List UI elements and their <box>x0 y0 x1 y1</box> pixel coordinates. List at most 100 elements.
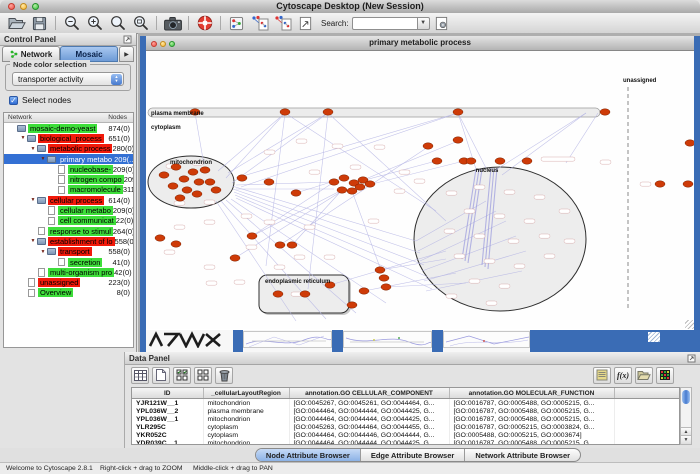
deselect-attributes-icon[interactable] <box>194 367 212 384</box>
search-label: Search: <box>321 19 349 28</box>
new-attribute-icon[interactable] <box>152 367 170 384</box>
frame-border[interactable] <box>332 330 343 352</box>
tree-item[interactable]: ▼biological_process651(0) <box>4 133 133 143</box>
table-cell: [GO:0016787, GO:0005215, GO:0003824, G..… <box>449 423 614 431</box>
tree-expander-icon[interactable]: ▼ <box>29 146 37 152</box>
resize-grip[interactable] <box>685 320 694 329</box>
table-row[interactable]: YPL036W__2plasma membrane[GO:0044464, GO… <box>132 407 680 415</box>
file-icon <box>28 278 35 287</box>
tree-item[interactable]: ▼establishment of lo558(0) <box>4 236 133 246</box>
delete-attribute-trash-icon[interactable] <box>215 367 233 384</box>
col-id[interactable]: ID <box>132 388 203 399</box>
load-attributes-icon[interactable] <box>635 367 653 384</box>
tree-item[interactable]: ▼cellular process614(0) <box>4 195 133 205</box>
attribute-table-icon[interactable] <box>131 367 149 384</box>
tree-item[interactable]: nitrogen compo209(0) <box>4 174 133 184</box>
frame-minimize-button[interactable] <box>160 41 166 47</box>
color-matrix-icon[interactable] <box>656 367 674 384</box>
scroll-down-arrow[interactable]: ▼ <box>681 435 691 444</box>
import-attributes-icon[interactable] <box>593 367 611 384</box>
frame-close-button[interactable] <box>151 41 157 47</box>
snapshot-camera-icon[interactable] <box>162 14 183 32</box>
tree-item[interactable]: ▼metabolic process280(0) <box>4 144 133 154</box>
attribute-table-header[interactable]: ID _cellularLayoutRegion annotation.GO C… <box>132 388 680 399</box>
dropdown-value: transporter activity <box>13 75 111 84</box>
tree-item[interactable]: unassigned223(0) <box>4 277 133 287</box>
search-input[interactable] <box>352 17 418 30</box>
annotation-page-icon[interactable] <box>295 14 316 32</box>
search-dropdown-arrow[interactable]: ▼ <box>418 17 430 30</box>
tab-network-attribute-browser[interactable]: Network Attribute Browser <box>465 449 580 461</box>
zoom-out-icon[interactable] <box>61 14 82 32</box>
tree-item[interactable]: macromolecule311(0) <box>4 185 133 195</box>
tree-item-count: 42(0) <box>114 268 134 277</box>
tree-item-count: 209(0) <box>124 175 134 184</box>
zoom-fit-icon[interactable] <box>107 14 128 32</box>
tree-expander-icon[interactable]: ▼ <box>39 156 47 162</box>
tree-item[interactable]: mosaic-demo-yeast874(0) <box>4 123 133 133</box>
select-attributes-icon[interactable] <box>173 367 191 384</box>
tree-expander-icon[interactable]: ▼ <box>19 135 27 141</box>
table-row[interactable]: YPL036W__1mitochondrion[GO:0044464, GO:0… <box>132 415 680 423</box>
background-window-thumbnail[interactable] <box>343 331 432 348</box>
float-panel-icon[interactable] <box>687 354 696 363</box>
table-scrollbar[interactable]: ▲ ▼ <box>680 387 692 445</box>
tree-item[interactable]: multi-organism pro42(0) <box>4 267 133 277</box>
table-cell: [GO:0045263, GO:0044464, GO:0044455, G..… <box>289 423 449 431</box>
layout-transform-a-icon[interactable] <box>249 14 270 32</box>
titlebar[interactable]: Cytoscape Desktop (New Session) <box>0 0 700 14</box>
table-row[interactable]: YKR052Ccytoplasm[GO:0044464, GO:0044446,… <box>132 431 680 439</box>
col-cellular-component[interactable]: annotation.GO CELLULAR_COMPONENT <box>289 388 449 399</box>
table-row[interactable]: YDR039C__1mitochondrion[GO:0044464, GO:0… <box>132 439 680 445</box>
table-cell: [GO:0044464, GO:0044444, GO:0044425, G..… <box>289 439 449 445</box>
search-settings-icon[interactable] <box>431 14 452 32</box>
tab-node-attribute-browser[interactable]: Node Attribute Browser <box>256 449 361 461</box>
network-view-window[interactable]: primary metabolic process plasma membran… <box>140 36 700 330</box>
frame-zoom-button[interactable] <box>169 41 175 47</box>
float-panel-icon[interactable] <box>123 35 132 44</box>
tree-item[interactable]: Overview8(0) <box>4 288 133 298</box>
tree-item[interactable]: response to stimul264(0) <box>4 226 133 236</box>
tree-item[interactable]: ▼primary metabo209(... <box>4 154 133 164</box>
save-icon[interactable] <box>29 14 50 32</box>
tree-expander-icon[interactable]: ▼ <box>29 197 37 203</box>
table-row[interactable]: YLR295Ccytoplasm[GO:0045263, GO:0044464,… <box>132 423 680 431</box>
layout-transform-b-icon[interactable] <box>272 14 293 32</box>
tree-item-label: cellular metabo <box>58 206 113 215</box>
status-welcome: Welcome to Cytoscape 2.8.1 <box>6 465 93 472</box>
select-nodes-checkbox[interactable]: ✓ <box>9 96 18 105</box>
frame-border[interactable] <box>233 330 243 352</box>
tree-item[interactable]: cell communicat22(0) <box>4 216 133 226</box>
tree-item-label: macromolecule <box>68 185 123 194</box>
network-view-titlebar[interactable]: primary metabolic process <box>146 36 694 51</box>
col-region[interactable]: _cellularLayoutRegion <box>203 388 289 399</box>
background-window-thumbnail[interactable] <box>443 331 530 348</box>
tree-item[interactable]: ▼transport558(0) <box>4 247 133 257</box>
color-attribute-dropdown[interactable]: transporter activity ▲▼ <box>12 72 124 86</box>
control-panel-title: Control Panel <box>4 35 56 44</box>
network-canvas[interactable]: plasma membrane cytoplasm mitochondrion … <box>146 51 694 329</box>
help-lifebuoy-icon[interactable] <box>194 14 215 32</box>
open-folder-icon[interactable] <box>6 14 27 32</box>
tree-item[interactable]: cellular metabo209(0) <box>4 205 133 215</box>
table-cell: [GO:0044464, GO:0044446, GO:0044444, G..… <box>289 431 449 439</box>
frame-border[interactable] <box>140 330 146 352</box>
tree-expander-icon[interactable]: ▼ <box>39 249 47 255</box>
zoom-in-icon[interactable] <box>84 14 105 32</box>
tree-item[interactable]: secretion41(0) <box>4 257 133 267</box>
tree-item[interactable]: nucleobase-209(0) <box>4 164 133 174</box>
more-tabs-button[interactable]: ▶ <box>119 46 134 62</box>
function-builder-icon[interactable]: f(x) <box>614 367 632 384</box>
scrollbar-thumb[interactable] <box>682 390 690 404</box>
tree-expander-icon[interactable]: ▼ <box>29 238 37 244</box>
network-overview-icon[interactable] <box>226 14 247 32</box>
tab-edge-attribute-browser[interactable]: Edge Attribute Browser <box>361 449 465 461</box>
background-window-thumbnail[interactable] <box>243 331 332 348</box>
network-tree-rows: mosaic-demo-yeast874(0)▼biological_proce… <box>4 123 133 298</box>
frame-border[interactable] <box>432 330 443 352</box>
table-row[interactable]: YJR121W__1mitochondrion[GO:0045267, GO:0… <box>132 399 680 408</box>
col-molecular-function[interactable]: annotation.GO MOLECULAR_FUNCTION <box>449 388 614 399</box>
frame-border[interactable] <box>530 330 700 352</box>
zoom-selected-icon[interactable] <box>130 14 151 32</box>
tree-item-label: nucleobase- <box>68 165 113 174</box>
